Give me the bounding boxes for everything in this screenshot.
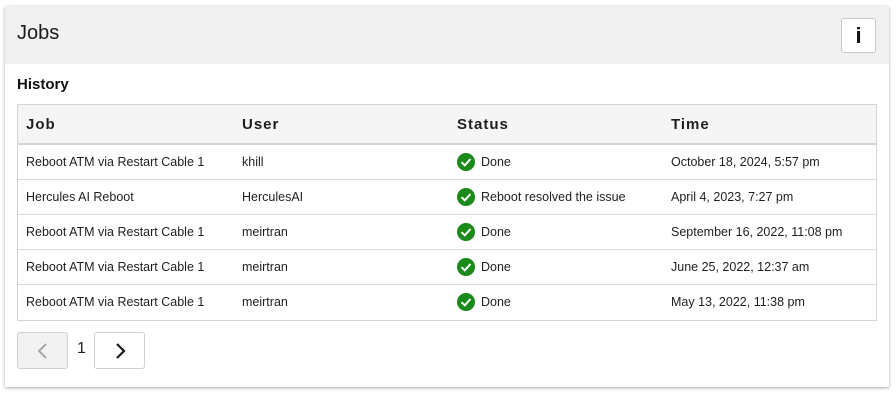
time-cell: May 13, 2022, 11:38 pm: [671, 295, 805, 309]
check-circle-icon: [457, 223, 475, 241]
jobs-card: Jobs i History Job User Status Time Rebo…: [5, 6, 889, 387]
status-text: Done: [481, 155, 511, 169]
job-name-cell: Reboot ATM via Restart Cable 1: [18, 214, 234, 250]
history-table: Job User Status Time Reboot ATM via Rest…: [17, 104, 877, 321]
card-header: Jobs i: [5, 6, 889, 64]
job-name-cell: Hercules AI Reboot: [18, 179, 234, 215]
info-button[interactable]: i: [841, 18, 876, 53]
previous-page-button[interactable]: [17, 332, 68, 369]
status-text: Reboot resolved the issue: [481, 190, 626, 204]
table-row[interactable]: Reboot ATM via Restart Cable 1 meirtran Do…: [18, 249, 876, 285]
column-header-user[interactable]: User: [234, 105, 449, 145]
chevron-left-icon: [37, 342, 47, 359]
check-circle-icon: [457, 153, 475, 171]
current-page-number: 1: [77, 340, 86, 357]
time-cell: June 25, 2022, 12:37 am: [663, 249, 876, 285]
column-header-time[interactable]: Time: [663, 105, 876, 145]
check-circle-icon: [457, 258, 475, 276]
check-circle-icon: [457, 188, 475, 206]
job-name-cell: Reboot ATM via Restart Cable 1: [18, 249, 234, 285]
job-name-cell: Reboot ATM via Restart Cable 1: [18, 144, 234, 180]
job-name-cell: Reboot ATM via Restart Cable 1: [26, 295, 205, 309]
chevron-right-icon: [115, 342, 126, 359]
status-text: Done: [481, 260, 511, 274]
status-cell-wrap: Done: [449, 285, 663, 320]
table-row[interactable]: Hercules AI Reboot HerculesAI Reboot resol…: [18, 179, 876, 215]
column-header-job[interactable]: Job: [18, 105, 234, 145]
table-header-row: Job User Status Time: [18, 105, 876, 145]
section-title-history: History: [17, 76, 69, 93]
page-title: Jobs: [17, 22, 60, 44]
status-cell-wrap: Done: [449, 249, 663, 285]
time-cell: October 18, 2024, 5:57 pm: [663, 144, 876, 180]
user-cell: HerculesAI: [234, 179, 449, 215]
user-cell: meirtran: [242, 295, 288, 309]
table-row[interactable]: Reboot ATM via Restart Cable 1 meirtran Do…: [18, 285, 876, 320]
status-text: Done: [481, 225, 511, 239]
time-cell: April 4, 2023, 7:27 pm: [663, 179, 876, 215]
next-page-button[interactable]: [94, 332, 145, 369]
column-header-status[interactable]: Status: [449, 105, 663, 145]
check-circle-icon: [457, 293, 475, 311]
user-cell: meirtran: [234, 249, 449, 285]
table-row[interactable]: Reboot ATM via Restart Cable 1 khill Done O…: [18, 144, 876, 180]
user-cell: meirtran: [234, 214, 449, 250]
status-text: Done: [481, 295, 511, 309]
status-cell-wrap: Reboot resolved the issue: [449, 179, 663, 215]
status-cell-wrap: Done: [449, 144, 663, 180]
user-cell: khill: [234, 144, 449, 180]
status-cell-wrap: Done: [449, 214, 663, 250]
time-cell: September 16, 2022, 11:08 pm: [663, 214, 876, 250]
table-row[interactable]: Reboot ATM via Restart Cable 1 meirtran Do…: [18, 214, 876, 250]
